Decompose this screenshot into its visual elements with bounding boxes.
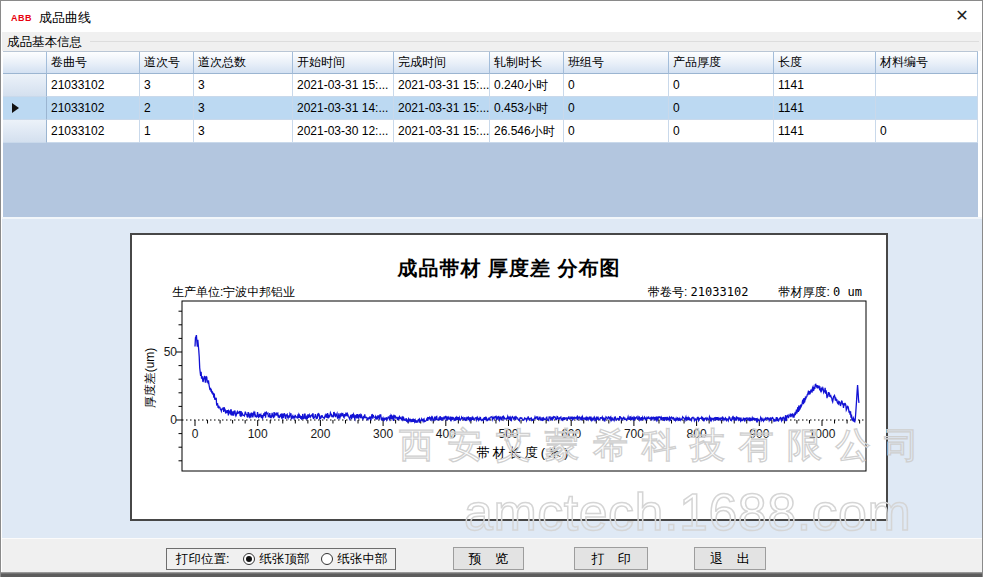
window: ABB 成品曲线 ✕ 成品基本信息 卷曲号道次号道次总数开始时间完成时间轧制时长…: [0, 0, 983, 577]
svg-text:0: 0: [170, 413, 177, 427]
cell: 2021-03-31 15:...: [394, 74, 490, 97]
column-header[interactable]: 产品厚度: [669, 52, 774, 74]
table-row[interactable]: 21033102132021-03-30 12:...2021-03-31 15…: [3, 120, 978, 143]
cell: 0: [669, 74, 774, 97]
svg-text:300: 300: [373, 427, 393, 441]
cell: [876, 74, 978, 97]
abb-logo: ABB: [11, 13, 32, 23]
section-divider: [90, 41, 979, 42]
cell: 0: [669, 97, 774, 120]
radio-paper-middle[interactable]: [321, 553, 333, 565]
title-bar: ABB 成品曲线 ✕: [1, 1, 982, 32]
column-header[interactable]: 开始时间: [293, 52, 394, 74]
svg-text:50: 50: [164, 345, 178, 359]
table-row[interactable]: 21033102232021-03-31 14:...2021-03-31 15…: [3, 97, 978, 120]
grid-header-row: 卷曲号道次号道次总数开始时间完成时间轧制时长班组号产品厚度长度材料编号: [3, 52, 978, 74]
cell: 2: [140, 97, 194, 120]
print-button[interactable]: 打 印: [574, 547, 648, 570]
cell: 2021-03-31 15:...: [394, 97, 490, 120]
cell: 21033102: [47, 74, 140, 97]
close-icon[interactable]: ✕: [952, 6, 972, 26]
svg-text:0: 0: [192, 427, 199, 441]
cell: 0: [669, 120, 774, 143]
column-header[interactable]: 长度: [774, 52, 876, 74]
cell: 1141: [774, 74, 876, 97]
radio-paper-middle-label: 纸张中部: [337, 551, 387, 568]
column-header[interactable]: 轧制时长: [490, 52, 564, 74]
column-header[interactable]: 材料编号: [876, 52, 978, 74]
cell: 0: [876, 120, 978, 143]
cell: 21033102: [47, 120, 140, 143]
column-header[interactable]: 班组号: [564, 52, 669, 74]
row-selector-header[interactable]: [3, 52, 47, 74]
cell: 2021-03-31 15:...: [394, 120, 490, 143]
column-header[interactable]: 完成时间: [394, 52, 490, 74]
cell: 0: [564, 120, 669, 143]
cell: 1141: [774, 120, 876, 143]
column-header[interactable]: 道次号: [140, 52, 194, 74]
watermark-line2: amctech.1688.com: [464, 482, 911, 542]
svg-text:厚度差(um): 厚度差(um): [143, 348, 157, 409]
window-title: 成品曲线: [39, 9, 91, 27]
cell: 0.240小时: [490, 74, 564, 97]
print-position-group: 打印位置: 纸张顶部 纸张中部: [166, 548, 396, 570]
cell: 3: [194, 120, 293, 143]
svg-text:200: 200: [310, 427, 330, 441]
svg-text:100: 100: [248, 427, 268, 441]
watermark-line1: 西安艾蒙希科技有限公司: [399, 422, 933, 469]
row-selector-cell[interactable]: [3, 120, 47, 143]
row-selector-cell[interactable]: [3, 97, 47, 120]
column-header[interactable]: 道次总数: [194, 52, 293, 74]
cell: 1: [140, 120, 194, 143]
cell: 2021-03-31 14:...: [293, 97, 394, 120]
cell: 2021-03-30 12:...: [293, 120, 394, 143]
column-header[interactable]: 卷曲号: [47, 52, 140, 74]
window-bottom-edge: [1, 572, 983, 577]
radio-paper-top-label: 纸张顶部: [259, 551, 309, 568]
row-selector-cell[interactable]: [3, 74, 47, 97]
radio-paper-top[interactable]: [243, 553, 255, 565]
section-label: 成品基本信息: [7, 34, 82, 51]
cell: 21033102: [47, 97, 140, 120]
current-row-arrow-icon: [12, 103, 19, 113]
table-row[interactable]: 21033102332021-03-31 15:...2021-03-31 15…: [3, 74, 978, 97]
preview-button[interactable]: 预 览: [453, 547, 524, 570]
section-groupbox: 成品基本信息: [2, 32, 981, 51]
data-grid[interactable]: 卷曲号道次号道次总数开始时间完成时间轧制时长班组号产品厚度长度材料编号21033…: [3, 51, 978, 217]
print-position-label: 打印位置:: [176, 551, 229, 568]
thickness-line-chart: 01002003004005006007008009001000050带材长度(…: [132, 235, 886, 519]
cell: 0: [564, 74, 669, 97]
cell: 0: [564, 97, 669, 120]
cell: 1141: [774, 97, 876, 120]
cell: 3: [194, 74, 293, 97]
cell: 26.546小时: [490, 120, 564, 143]
cell: 3: [194, 97, 293, 120]
cell: 2021-03-31 15:...: [293, 74, 394, 97]
cell: [876, 97, 978, 120]
chart-panel: 成品带材 厚度差 分布图 生产单位:宁波中邦铝业 带卷号: 21033102 带…: [130, 233, 888, 521]
exit-button[interactable]: 退 出: [694, 547, 766, 570]
cell: 0.453小时: [490, 97, 564, 120]
cell: 3: [140, 74, 194, 97]
